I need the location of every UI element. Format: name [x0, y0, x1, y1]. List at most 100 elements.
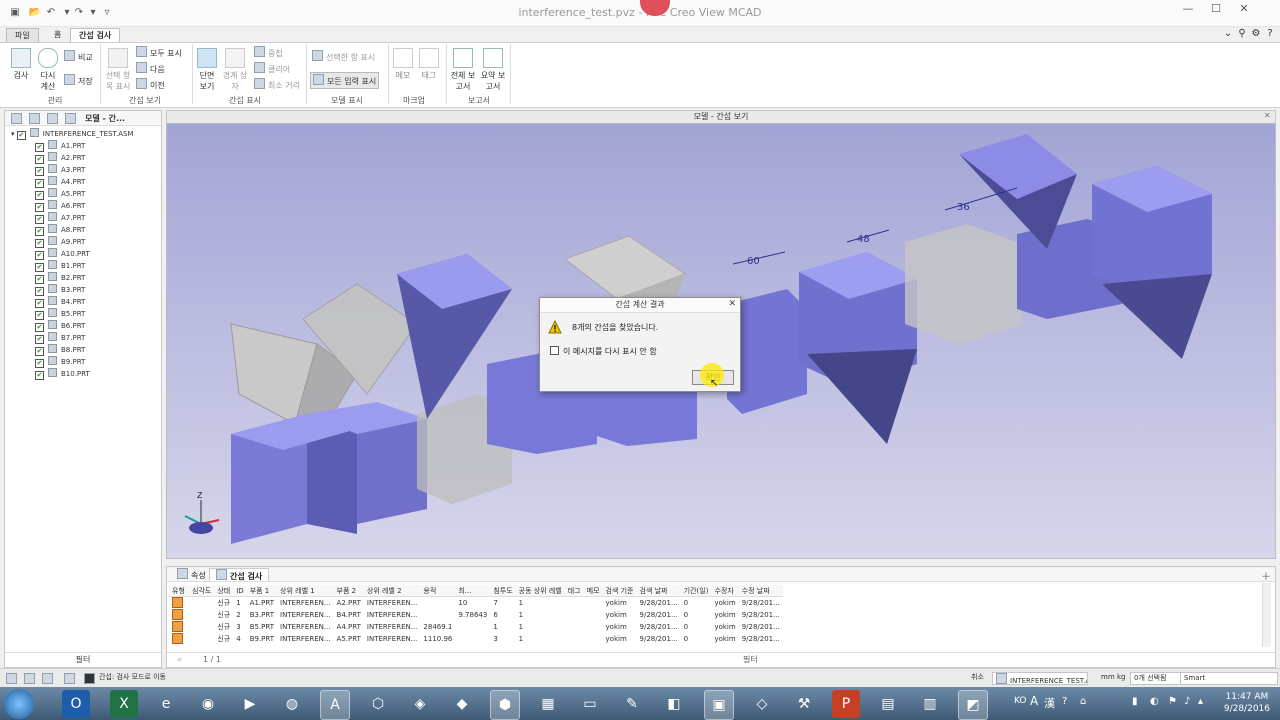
checkbox-icon[interactable]: ✔: [35, 179, 44, 188]
tab-properties[interactable]: 속성: [171, 568, 212, 580]
tree-tool-3-icon[interactable]: [47, 113, 58, 124]
tree-item[interactable]: ✔ B4.PRT: [35, 296, 85, 308]
chrome-taskbar-icon[interactable]: ◉: [194, 690, 222, 718]
dialog-close-icon[interactable]: ✕: [728, 299, 736, 309]
excel-taskbar-icon[interactable]: X: [110, 690, 138, 718]
table-row[interactable]: 신규 4 B9.PRT INTERFEREN... A5.PRT INTERFEREN..…: [169, 633, 783, 645]
tree-item[interactable]: ✔ A1.PRT: [35, 140, 85, 152]
checkbox-icon[interactable]: ✔: [35, 251, 44, 260]
tab-interference-check[interactable]: 간섭 검사: [70, 28, 121, 42]
minimize-button[interactable]: —: [1174, 2, 1202, 15]
tree-item[interactable]: ✔ B5.PRT: [35, 308, 85, 320]
checkbox-icon[interactable]: ✔: [35, 227, 44, 236]
column-header[interactable]: 수정자: [711, 585, 739, 597]
tree-item[interactable]: ✔ A5.PRT: [35, 188, 85, 200]
tree-tool-1-icon[interactable]: [11, 113, 22, 124]
tag-button[interactable]: 태그: [418, 48, 440, 81]
column-header[interactable]: 용적: [420, 585, 456, 597]
tree-filter[interactable]: 필터: [5, 652, 161, 667]
save-button[interactable]: 저장: [64, 74, 93, 87]
tool-taskbar-icon[interactable]: ⚒: [790, 690, 818, 718]
checkbox-icon[interactable]: ✔: [35, 239, 44, 248]
show-selected-only-button[interactable]: 선택한 항 표시: [312, 50, 375, 63]
bbox-button[interactable]: 경계 상자: [222, 48, 248, 92]
tree-item[interactable]: ✔ A8.PRT: [35, 224, 85, 236]
checkbox-icon[interactable]: ✔: [35, 275, 44, 284]
viewport-close-icon[interactable]: ✕: [1264, 111, 1271, 120]
first-page-icon[interactable]: «: [177, 653, 182, 667]
checkbox-icon[interactable]: ✔: [35, 287, 44, 296]
status-view-2-icon[interactable]: [24, 673, 35, 684]
checkbox-icon[interactable]: ✔: [35, 167, 44, 176]
select-mode-dropdown[interactable]: Smart: [1180, 672, 1278, 685]
app-taskbar-icon[interactable]: ◆: [448, 690, 476, 718]
checkbox-icon[interactable]: ✔: [35, 299, 44, 308]
checkbox-icon[interactable]: ✔: [35, 263, 44, 272]
tree-item[interactable]: ✔ B1.PRT: [35, 260, 85, 272]
app-taskbar-icon[interactable]: ◇: [748, 690, 776, 718]
overlap-button[interactable]: 중첩: [254, 46, 283, 59]
app-taskbar-icon[interactable]: ◩: [958, 690, 988, 720]
memo-button[interactable]: 메모: [392, 48, 414, 81]
tab-interference-list[interactable]: 간섭 검사: [209, 568, 270, 581]
tree-item[interactable]: ✔ A10.PRT: [35, 248, 90, 260]
tree-item[interactable]: ✔ A9.PRT: [35, 236, 85, 248]
tree-item[interactable]: ✔ B10.PRT: [35, 368, 90, 380]
calculator-taskbar-icon[interactable]: ▦: [534, 690, 562, 718]
checkbox-icon[interactable]: ✔: [35, 359, 44, 368]
column-header[interactable]: 심각도: [189, 585, 215, 597]
column-header[interactable]: 기간(일): [680, 585, 712, 597]
column-header[interactable]: 수정 날짜: [738, 585, 783, 597]
column-header[interactable]: 부품 2: [333, 585, 364, 597]
ime-hanja[interactable]: 漢: [1044, 695, 1055, 711]
collapse-icon[interactable]: ▾: [11, 130, 15, 138]
tree-item[interactable]: ✔ A3.PRT: [35, 164, 85, 176]
checkbox-icon[interactable]: ✔: [35, 191, 44, 200]
help-tray-icon[interactable]: ?: [1062, 696, 1067, 707]
flag-icon[interactable]: ⚑: [1168, 696, 1177, 707]
column-header[interactable]: 상위 레벨 1: [277, 585, 334, 597]
ime-indicator[interactable]: KO: [1014, 696, 1027, 706]
media-taskbar-icon[interactable]: ▶: [236, 690, 264, 718]
app-taskbar-icon[interactable]: ▣: [704, 690, 734, 720]
maximize-button[interactable]: ☐: [1202, 2, 1230, 15]
tree-item[interactable]: ✔ A7.PRT: [35, 212, 85, 224]
min-distance-button[interactable]: 최소 거리: [254, 78, 300, 91]
checkbox-icon[interactable]: ✔: [35, 311, 44, 320]
column-header[interactable]: 침투도: [490, 585, 516, 597]
checkbox-icon[interactable]: ✔: [35, 215, 44, 224]
section-view-button[interactable]: 단면 보기: [196, 48, 218, 92]
network-icon[interactable]: ▴: [1198, 696, 1203, 707]
column-header[interactable]: 최...: [455, 585, 491, 597]
tray-icon[interactable]: ▮: [1132, 696, 1138, 707]
tree-item[interactable]: ✔ B6.PRT: [35, 320, 85, 332]
check-button[interactable]: 검사: [10, 48, 32, 81]
powerpoint-taskbar-icon[interactable]: P: [832, 690, 860, 718]
tree-tool-4-icon[interactable]: [65, 113, 76, 124]
checkbox-icon[interactable]: ✔: [16, 131, 26, 140]
column-header[interactable]: 태그: [564, 585, 584, 597]
help-icon[interactable]: ?: [1264, 28, 1276, 40]
pager[interactable]: 1 / 1: [203, 653, 221, 667]
app-taskbar-icon[interactable]: ▤: [874, 690, 902, 718]
table-row[interactable]: 신규 3 B5.PRT INTERFEREN... A4.PRT INTERFEREN..…: [169, 621, 783, 633]
tree-item[interactable]: ✔ A6.PRT: [35, 200, 85, 212]
status-cancel[interactable]: 취소: [968, 672, 987, 683]
tab-file[interactable]: 파일: [6, 28, 39, 43]
firefox-taskbar-icon[interactable]: ◍: [278, 690, 306, 718]
column-header[interactable]: 메모: [583, 585, 603, 597]
column-header[interactable]: 유형: [169, 585, 189, 597]
summary-report-button[interactable]: 요약 보고서: [480, 48, 506, 92]
checkbox-icon[interactable]: [550, 346, 559, 355]
full-report-button[interactable]: 전체 보고서: [450, 48, 476, 92]
table-row[interactable]: 신규 2 B3.PRT INTERFEREN... B4.PRT INTERFEREN..…: [169, 609, 783, 621]
add-panel-icon[interactable]: ＋: [1261, 568, 1271, 583]
status-view-4-icon[interactable]: [64, 673, 75, 684]
outlook-taskbar-icon[interactable]: O: [62, 690, 90, 718]
creo-taskbar-icon[interactable]: A: [320, 690, 350, 720]
tree-item[interactable]: ✔ A2.PRT: [35, 152, 85, 164]
clock[interactable]: 11:47 AM 9/28/2016: [1224, 691, 1270, 715]
recalc-button[interactable]: 다시 계산: [36, 48, 60, 92]
checkbox-icon[interactable]: ✔: [35, 203, 44, 212]
pen-taskbar-icon[interactable]: ✎: [618, 690, 646, 718]
